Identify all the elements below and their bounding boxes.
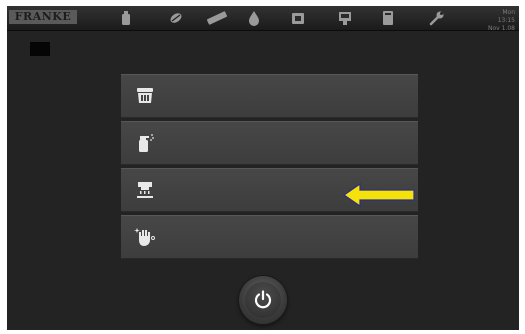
machine-icon[interactable] xyxy=(336,9,354,27)
brand-logo: FRANKE xyxy=(9,10,77,24)
time-text: Mon 13:15 xyxy=(497,9,515,24)
tablet-icon[interactable] xyxy=(204,9,230,27)
menu-item-rinse[interactable] xyxy=(121,74,418,118)
power-icon xyxy=(254,290,272,309)
grinder-icon[interactable] xyxy=(289,9,307,27)
top-bar: FRANKE Mon 13:15 Nov 1.08 xyxy=(7,6,519,33)
spray-bottle-icon xyxy=(134,132,156,154)
yellow-arrow-annotation xyxy=(343,183,415,207)
card-icon[interactable] xyxy=(379,9,397,27)
menu-item-clean[interactable] xyxy=(121,121,418,165)
machine-screen: FRANKE Mon 13:15 Nov 1.08 xyxy=(7,6,519,330)
hand-clean-icon xyxy=(134,226,156,248)
menu-item-hand-clean[interactable] xyxy=(121,215,418,259)
cleaning-menu xyxy=(121,74,418,259)
wrench-icon[interactable] xyxy=(428,9,446,27)
drop-icon[interactable] xyxy=(245,9,263,27)
status-indicator xyxy=(30,42,50,56)
brew-unit-icon xyxy=(134,179,156,201)
date-time: Mon 13:15 Nov 1.08 xyxy=(485,9,515,33)
bottle-icon[interactable] xyxy=(117,9,135,27)
bean-icon[interactable] xyxy=(167,9,185,27)
date-text: Nov 1.08 xyxy=(488,25,515,32)
power-button[interactable] xyxy=(239,276,287,324)
rinse-icon xyxy=(134,85,156,107)
